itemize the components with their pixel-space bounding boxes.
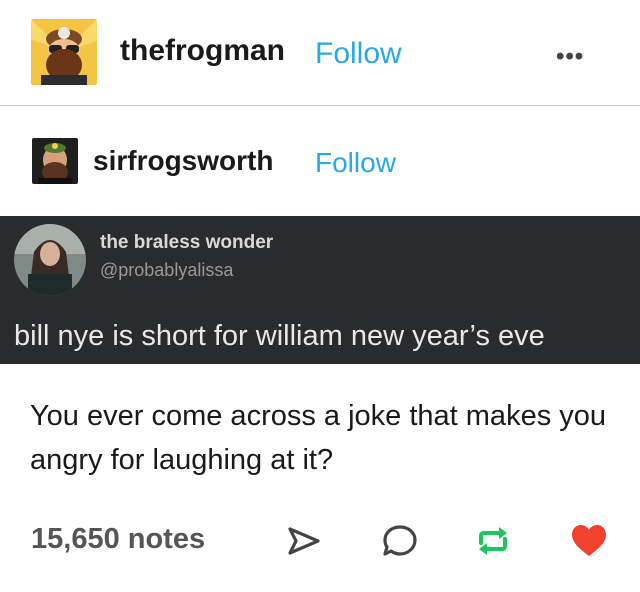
- reblog-author-name[interactable]: sirfrogsworth: [93, 145, 273, 177]
- share-icon[interactable]: [285, 522, 323, 560]
- follow-button[interactable]: Follow: [315, 37, 402, 71]
- thefrogman-avatar[interactable]: [31, 19, 97, 85]
- post-author-name[interactable]: thefrogman: [120, 34, 285, 68]
- tweet-display-name: the braless wonder: [100, 232, 274, 253]
- header-divider: [0, 105, 640, 106]
- like-icon[interactable]: [570, 522, 608, 560]
- reblog-icon[interactable]: [474, 522, 512, 560]
- embedded-tweet: the braless wonder @probablyalissa bill …: [0, 216, 640, 364]
- post-footer: 15,650 notes: [0, 510, 640, 570]
- post-header: thefrogman Follow •••: [0, 0, 640, 104]
- sirfrogsworth-avatar[interactable]: [32, 138, 78, 184]
- post-caption: You ever come across a joke that makes y…: [30, 400, 607, 476]
- tweet-avatar: [14, 224, 86, 296]
- tweet-text: bill nye is short for william new year’s…: [14, 320, 545, 352]
- reply-icon[interactable]: [381, 522, 419, 560]
- reblog-header: sirfrogsworth Follow: [0, 123, 640, 199]
- reblog-follow-button[interactable]: Follow: [315, 147, 396, 179]
- tweet-handle: @probablyalissa: [100, 260, 234, 280]
- more-icon[interactable]: •••: [556, 43, 584, 71]
- notes-count[interactable]: 15,650 notes: [31, 523, 205, 556]
